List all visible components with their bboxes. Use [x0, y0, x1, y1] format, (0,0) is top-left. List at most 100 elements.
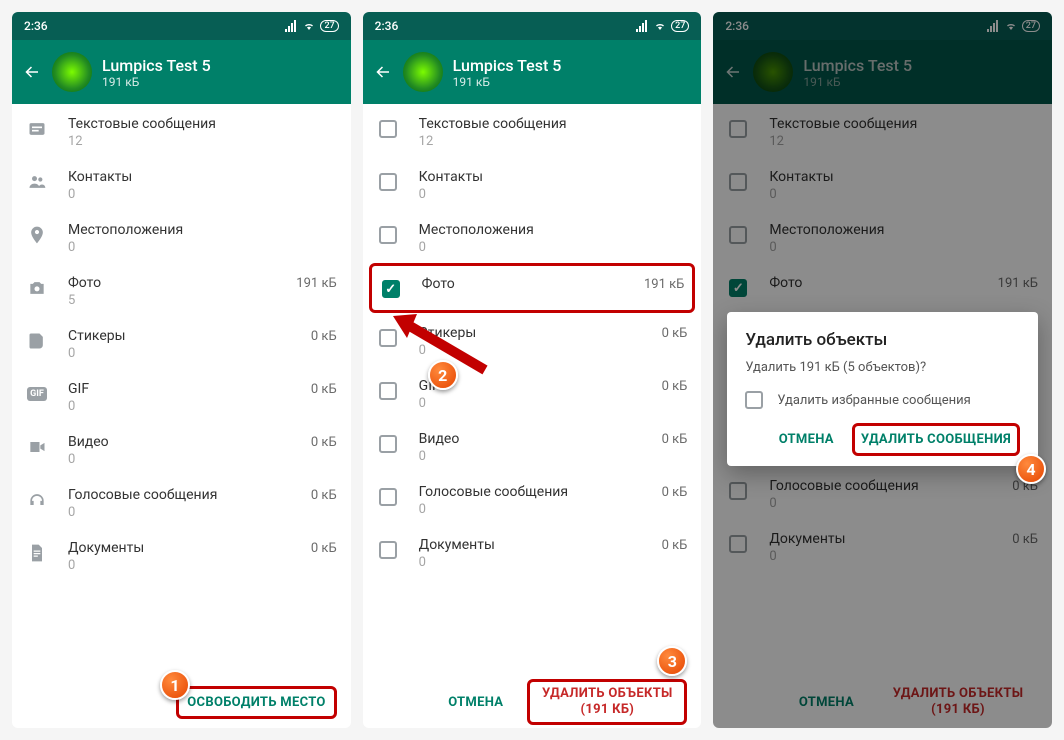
row-label: Местоположения	[419, 222, 534, 238]
wifi-icon	[302, 20, 316, 32]
back-button[interactable]	[373, 62, 393, 82]
row-size: 0 кБ	[311, 488, 337, 503]
row-count: 0	[68, 399, 337, 414]
row-size: 0 кБ	[662, 432, 688, 447]
row-size: 0 кБ	[662, 379, 688, 394]
row-location[interactable]: Местоположения0	[12, 210, 351, 263]
step-badge-2: 2	[428, 360, 458, 390]
status-time: 2:36	[24, 19, 48, 33]
text-icon	[26, 118, 48, 140]
row-contacts[interactable]: Контакты0	[363, 157, 702, 210]
status-bar: 2:36 27	[363, 12, 702, 40]
avatar[interactable]	[403, 52, 443, 92]
row-count: 0	[419, 555, 688, 570]
row-label: Текстовые сообщения	[68, 116, 216, 132]
row-size: 0 кБ	[311, 435, 337, 450]
row-label: Видео	[419, 431, 460, 447]
battery-icon: 27	[320, 20, 338, 32]
row-label: GIF	[68, 381, 89, 397]
dialog-starred-label: Удалить избранные сообщения	[777, 393, 970, 408]
row-location[interactable]: Местоположения 0	[363, 210, 702, 263]
row-count: 0	[68, 558, 337, 573]
dialog-title: Удалить объекты	[745, 330, 1020, 350]
signal-icon	[284, 20, 298, 32]
delete-objects-button[interactable]: УДАЛИТЬ ОБЪЕКТЫ (191 КБ)	[527, 679, 687, 724]
row-gif[interactable]: GIF GIF 0 кБ 0	[12, 369, 351, 422]
contact-size: 191 кБ	[102, 75, 211, 89]
row-photo[interactable]: Фото191 кБ5	[12, 263, 351, 316]
row-count: 5	[68, 293, 337, 308]
step-badge-1: 1	[160, 670, 190, 700]
row-label: Фото	[422, 276, 455, 292]
contact-name: Lumpics Test 5	[102, 56, 211, 75]
row-video[interactable]: Видео 0 кБ 0	[363, 419, 702, 472]
row-voice[interactable]: Голосовые сообщения0 кБ0	[12, 475, 351, 528]
row-size: 191 кБ	[644, 277, 684, 292]
storage-list-selectable: Текстовые сообщения 12 Контакты0 Местопол…	[363, 104, 702, 676]
checkbox-video[interactable]	[379, 435, 397, 453]
phone-screen-1: 2:36 27 Lumpics Test 5 191 кБ Текстовые …	[12, 12, 351, 728]
row-photo-highlighted[interactable]: Фото 191 кБ	[369, 263, 696, 313]
checkbox-docs[interactable]	[379, 541, 397, 559]
row-stickers[interactable]: Стикеры0 кБ0	[12, 316, 351, 369]
row-count: 0	[419, 240, 688, 255]
row-contacts[interactable]: Контакты0	[12, 157, 351, 210]
row-count: 0	[419, 396, 688, 411]
row-video[interactable]: Видео0 кБ0	[12, 422, 351, 475]
stickers-icon	[26, 330, 48, 352]
row-label: Видео	[68, 434, 109, 450]
row-count: 0	[68, 505, 337, 520]
phone-screen-3: 2:36 27 Lumpics Test 5 191 кБ Текстовые …	[713, 12, 1052, 728]
contact-name: Lumpics Test 5	[453, 56, 562, 75]
row-size: 0 кБ	[662, 485, 688, 500]
row-label: Документы	[419, 537, 495, 553]
checkbox-contacts[interactable]	[379, 173, 397, 191]
dialog-cancel-button[interactable]: ОТМЕНА	[779, 432, 834, 447]
signal-icon	[635, 20, 649, 32]
checkbox-photo[interactable]	[382, 280, 400, 298]
row-count: 0	[419, 449, 688, 464]
photo-icon	[26, 277, 48, 299]
row-count: 0	[68, 346, 337, 361]
document-icon	[26, 542, 48, 564]
contacts-icon	[26, 171, 48, 193]
back-button[interactable]	[22, 62, 42, 82]
row-label: Контакты	[68, 169, 132, 185]
status-indicators: 27	[635, 20, 689, 32]
row-size: 0 кБ	[311, 541, 337, 556]
dialog-actions: ОТМЕНА УДАЛИТЬ СООБЩЕНИЯ	[745, 423, 1020, 456]
row-voice[interactable]: Голосовые сообщения 0 кБ 0	[363, 472, 702, 525]
battery-icon: 27	[671, 20, 689, 32]
headphones-icon	[26, 489, 48, 511]
row-label: Документы	[68, 540, 144, 556]
avatar[interactable]	[52, 52, 92, 92]
row-docs[interactable]: Документы 0 кБ 0	[12, 528, 351, 581]
checkbox-text[interactable]	[379, 120, 397, 138]
row-docs[interactable]: Документы 0 кБ 0	[363, 525, 702, 578]
dialog-confirm-button[interactable]: УДАЛИТЬ СООБЩЕНИЯ	[852, 423, 1020, 456]
checkbox-location[interactable]	[379, 226, 397, 244]
dialog-starred-row[interactable]: Удалить избранные сообщения	[745, 391, 1020, 409]
footer-bar: ОТМЕНА УДАЛИТЬ ОБЪЕКТЫ (191 КБ)	[363, 676, 702, 728]
cancel-button[interactable]: ОТМЕНА	[448, 695, 503, 710]
checkbox-voice[interactable]	[379, 488, 397, 506]
row-count: 0	[419, 187, 688, 202]
delete-dialog: Удалить объекты Удалить 191 кБ (5 объект…	[727, 312, 1038, 466]
row-count: 12	[419, 134, 688, 149]
checkbox-gif[interactable]	[379, 382, 397, 400]
row-size: 191 кБ	[296, 276, 336, 291]
row-label: Текстовые сообщения	[419, 116, 567, 132]
checkbox-delete-starred[interactable]	[745, 391, 763, 409]
status-bar: 2:36 27	[12, 12, 351, 40]
title-box: Lumpics Test 5 191 кБ	[453, 56, 562, 89]
row-count: 0	[419, 502, 688, 517]
gif-icon: GIF	[26, 383, 48, 405]
status-indicators: 27	[284, 20, 338, 32]
row-size: 0 кБ	[311, 382, 337, 397]
row-text[interactable]: Текстовые сообщения 12	[363, 104, 702, 157]
row-text[interactable]: Текстовые сообщения 12	[12, 104, 351, 157]
row-label: Голосовые сообщения	[419, 484, 568, 500]
free-space-button[interactable]: ОСВОБОДИТЬ МЕСТО	[176, 686, 336, 719]
row-size: 0 кБ	[662, 538, 688, 553]
row-count: 12	[68, 134, 337, 149]
